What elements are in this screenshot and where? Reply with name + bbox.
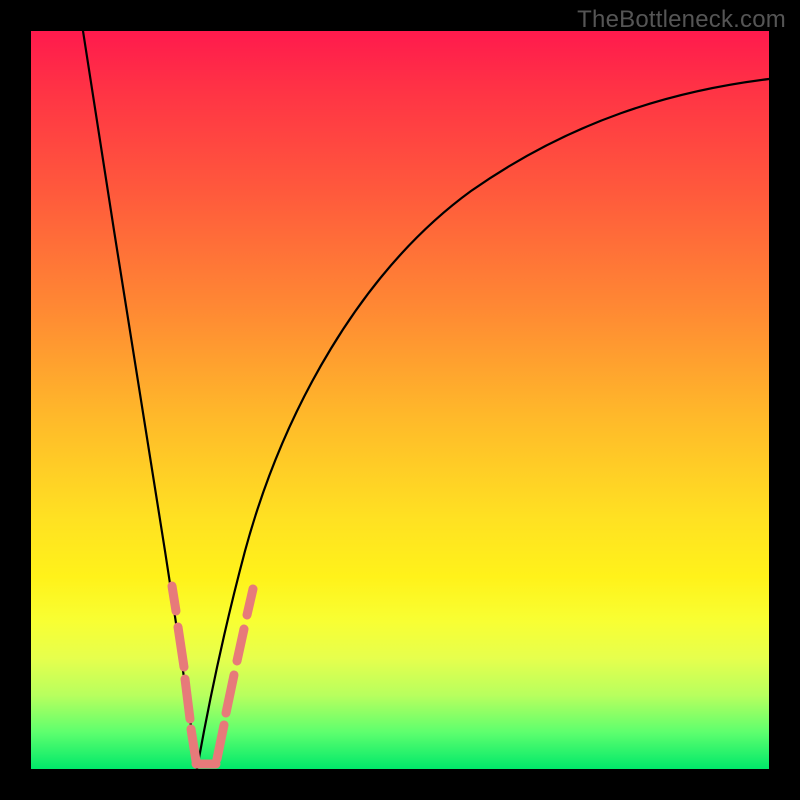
curve-right-branch xyxy=(197,79,769,769)
bottleneck-curve xyxy=(31,31,769,769)
chart-frame: TheBottleneck.com xyxy=(0,0,800,800)
bead-highlights xyxy=(172,586,253,764)
watermark-text: TheBottleneck.com xyxy=(577,6,786,34)
plot-area xyxy=(31,31,769,769)
